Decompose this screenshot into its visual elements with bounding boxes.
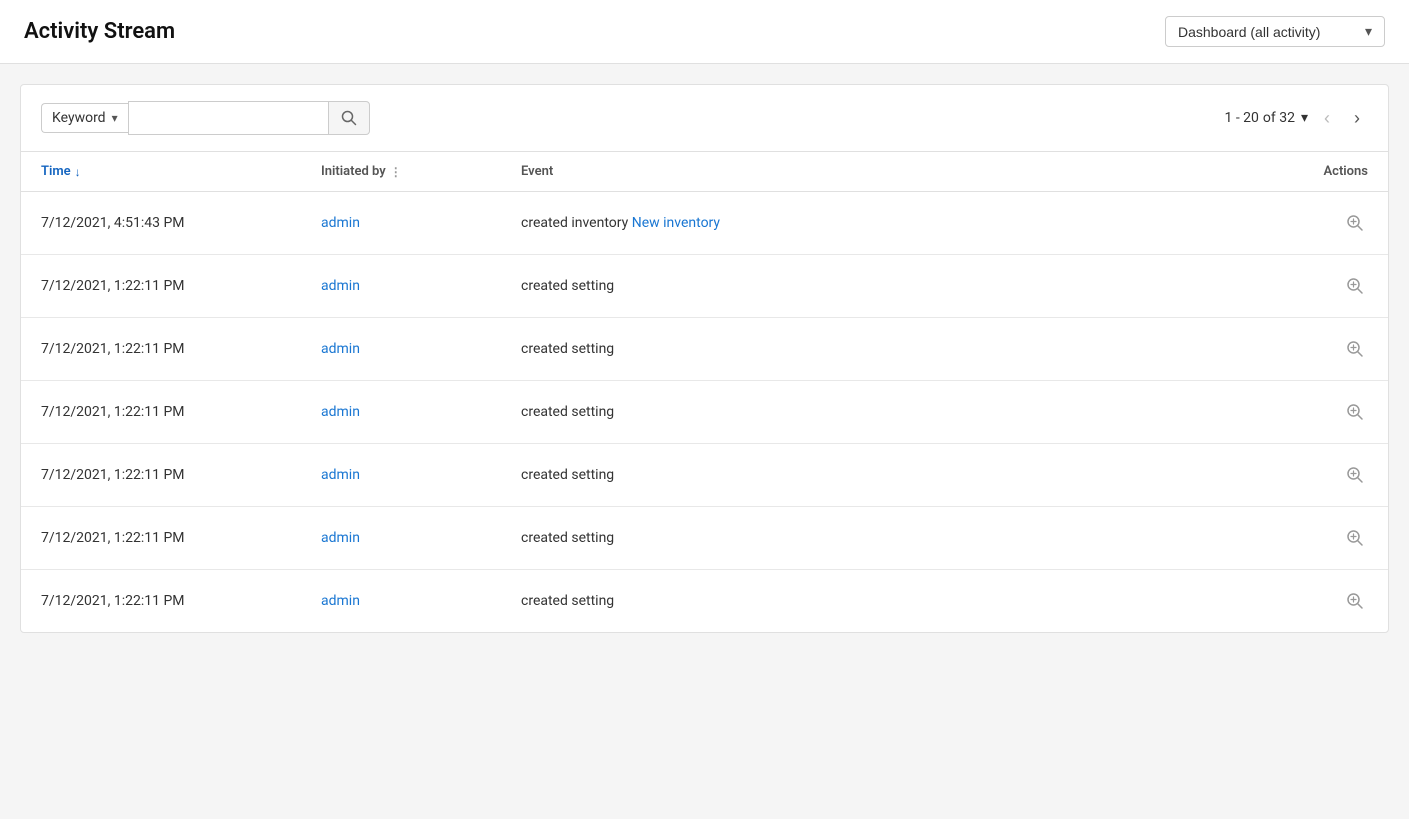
main-content: Keyword ▾ 1 - 20 of 32 ▾ ‹ › Time	[20, 84, 1389, 633]
cell-time: 7/12/2021, 1:22:11 PM	[41, 341, 321, 357]
cell-user[interactable]: admin	[321, 341, 521, 357]
cell-user[interactable]: admin	[321, 593, 521, 609]
cell-time: 7/12/2021, 1:22:11 PM	[41, 404, 321, 420]
page-title: Activity Stream	[24, 19, 175, 44]
table-row: 7/12/2021, 1:22:11 PM admin created sett…	[21, 318, 1388, 381]
col-actions-label: Actions	[1323, 164, 1368, 179]
view-detail-button[interactable]	[1342, 525, 1368, 551]
table-body: 7/12/2021, 4:51:43 PM admin created inve…	[21, 192, 1388, 632]
table-row: 7/12/2021, 1:22:11 PM admin created sett…	[21, 381, 1388, 444]
event-text: created setting	[521, 593, 614, 609]
sort-desc-icon: ↓	[75, 165, 81, 179]
filter-icon: ⋮	[390, 165, 402, 179]
cell-event: created setting	[521, 404, 1288, 420]
next-page-button[interactable]: ›	[1346, 104, 1368, 133]
magnify-icon	[1346, 592, 1364, 610]
pagination-area: 1 - 20 of 32 ▾ ‹ ›	[1224, 104, 1368, 133]
pagination-info: 1 - 20 of 32 ▾	[1224, 110, 1308, 126]
table-row: 7/12/2021, 1:22:11 PM admin created sett…	[21, 507, 1388, 570]
dashboard-dropdown-label: Dashboard (all activity)	[1178, 24, 1320, 40]
view-detail-button[interactable]	[1342, 588, 1368, 614]
magnify-icon	[1346, 277, 1364, 295]
keyword-label: Keyword	[52, 110, 106, 126]
prev-page-button[interactable]: ‹	[1316, 104, 1338, 133]
col-initiated-label: Initiated by	[321, 164, 386, 179]
cell-user[interactable]: admin	[321, 467, 521, 483]
toolbar: Keyword ▾ 1 - 20 of 32 ▾ ‹ ›	[21, 85, 1388, 152]
table-row: 7/12/2021, 4:51:43 PM admin created inve…	[21, 192, 1388, 255]
view-detail-button[interactable]	[1342, 399, 1368, 425]
event-text: created setting	[521, 404, 614, 420]
page-header: Activity Stream Dashboard (all activity)…	[0, 0, 1409, 64]
col-header-time[interactable]: Time ↓	[41, 164, 321, 179]
cell-actions	[1288, 588, 1368, 614]
cell-event: created setting	[521, 593, 1288, 609]
cell-actions	[1288, 525, 1368, 551]
view-detail-button[interactable]	[1342, 210, 1368, 236]
cell-event: created inventory New inventory	[521, 215, 1288, 231]
table-header: Time ↓ Initiated by ⋮ Event Actions	[21, 152, 1388, 192]
col-header-actions: Actions	[1288, 164, 1368, 179]
cell-event: created setting	[521, 341, 1288, 357]
cell-actions	[1288, 336, 1368, 362]
event-text: created setting	[521, 341, 614, 357]
keyword-chevron-icon: ▾	[112, 111, 118, 125]
cell-actions	[1288, 273, 1368, 299]
cell-user[interactable]: admin	[321, 215, 521, 231]
cell-actions	[1288, 210, 1368, 236]
cell-time: 7/12/2021, 1:22:11 PM	[41, 530, 321, 546]
event-text: created inventory	[521, 215, 632, 231]
cell-actions	[1288, 399, 1368, 425]
cell-event: created setting	[521, 278, 1288, 294]
search-icon	[341, 110, 357, 126]
col-time-label: Time	[41, 164, 71, 179]
search-button[interactable]	[328, 101, 370, 135]
cell-event: created setting	[521, 530, 1288, 546]
cell-time: 7/12/2021, 1:22:11 PM	[41, 467, 321, 483]
magnify-icon	[1346, 529, 1364, 547]
magnify-icon	[1346, 340, 1364, 358]
keyword-dropdown[interactable]: Keyword ▾	[41, 103, 128, 133]
cell-user[interactable]: admin	[321, 530, 521, 546]
chevron-down-icon: ▾	[1365, 23, 1372, 40]
cell-actions	[1288, 462, 1368, 488]
dashboard-dropdown[interactable]: Dashboard (all activity) ▾	[1165, 16, 1385, 47]
magnify-icon	[1346, 214, 1364, 232]
view-detail-button[interactable]	[1342, 336, 1368, 362]
col-event-label: Event	[521, 164, 553, 179]
col-header-initiated-by[interactable]: Initiated by ⋮	[321, 164, 521, 179]
cell-time: 7/12/2021, 1:22:11 PM	[41, 278, 321, 294]
table-row: 7/12/2021, 1:22:11 PM admin created sett…	[21, 444, 1388, 507]
view-detail-button[interactable]	[1342, 462, 1368, 488]
search-input[interactable]	[128, 101, 328, 135]
pagination-of: of 32	[1263, 110, 1295, 126]
pagination-range: 1 - 20	[1224, 110, 1258, 126]
event-text: created setting	[521, 530, 614, 546]
event-text: created setting	[521, 278, 614, 294]
view-detail-button[interactable]	[1342, 273, 1368, 299]
col-header-event: Event	[521, 164, 1288, 179]
search-area: Keyword ▾	[41, 101, 370, 135]
magnify-icon	[1346, 403, 1364, 421]
pagination-dropdown-icon[interactable]: ▾	[1301, 110, 1308, 126]
table-row: 7/12/2021, 1:22:11 PM admin created sett…	[21, 255, 1388, 318]
cell-event: created setting	[521, 467, 1288, 483]
cell-user[interactable]: admin	[321, 404, 521, 420]
table-row: 7/12/2021, 1:22:11 PM admin created sett…	[21, 570, 1388, 632]
event-text: created setting	[521, 467, 614, 483]
cell-time: 7/12/2021, 1:22:11 PM	[41, 593, 321, 609]
magnify-icon	[1346, 466, 1364, 484]
event-link[interactable]: New inventory	[632, 215, 720, 231]
cell-user[interactable]: admin	[321, 278, 521, 294]
cell-time: 7/12/2021, 4:51:43 PM	[41, 215, 321, 231]
